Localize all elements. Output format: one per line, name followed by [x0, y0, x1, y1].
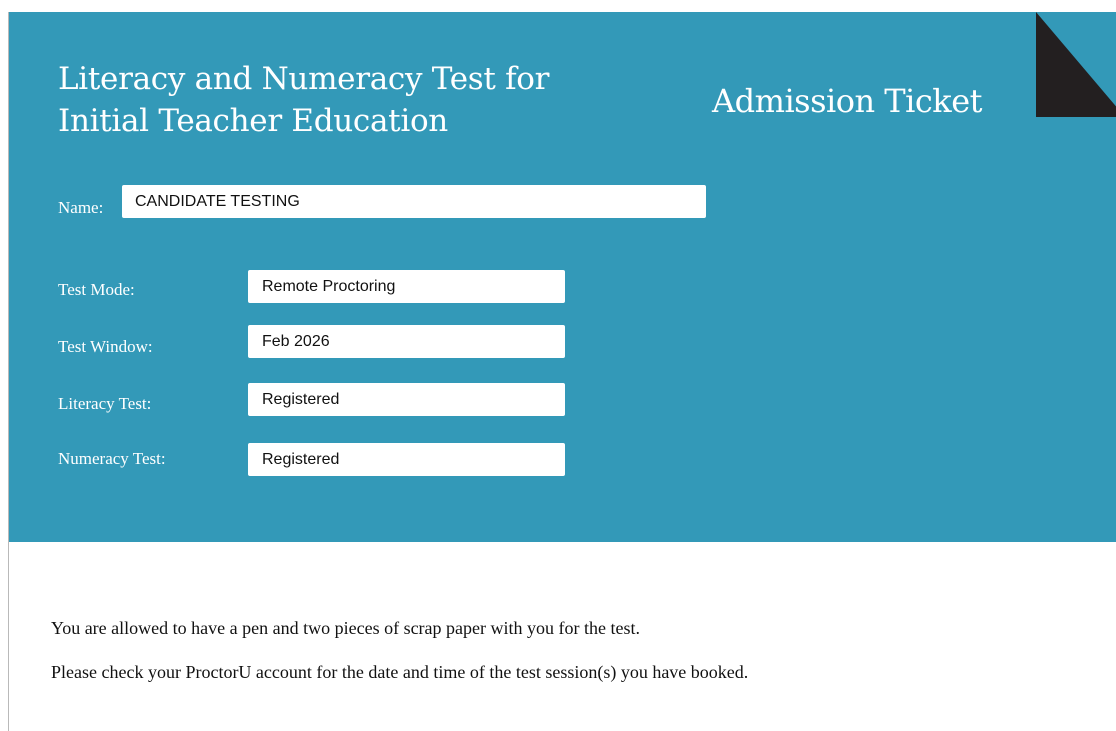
scrap-paper-note: You are allowed to have a pen and two pi… [51, 618, 640, 638]
admission-ticket-page: Literacy and Numeracy Test for Initial T… [0, 0, 1116, 731]
proctoru-account-note: Please check your ProctorU account for t… [51, 662, 749, 682]
test-window-field: Feb 2026 [248, 325, 565, 358]
ticket-header-panel: Literacy and Numeracy Test for Initial T… [9, 12, 1116, 542]
test-title-line-1: Literacy and Numeracy Test for [58, 61, 550, 97]
test-mode-label: Test Mode: [58, 280, 135, 299]
name-field: CANDIDATE TESTING [122, 185, 706, 218]
test-mode-field: Remote Proctoring [248, 270, 565, 303]
numeracy-test-label: Numeracy Test: [58, 449, 166, 468]
literacy-test-label: Literacy Test: [58, 394, 152, 413]
admission-ticket-heading: Admission Ticket [712, 82, 982, 120]
name-label: Name: [58, 198, 104, 217]
test-window-label: Test Window: [58, 337, 153, 356]
test-title: Literacy and Numeracy Test for Initial T… [58, 58, 658, 142]
literacy-test-field: Registered [248, 383, 565, 416]
corner-triangle-icon [1036, 12, 1116, 117]
test-title-line-2: Initial Teacher Education [58, 103, 448, 139]
numeracy-test-field: Registered [248, 443, 565, 476]
